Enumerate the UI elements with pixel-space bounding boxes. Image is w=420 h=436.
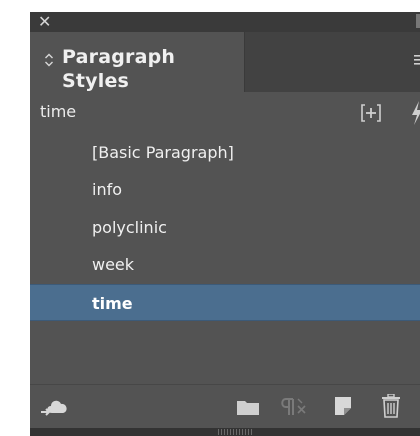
close-icon[interactable]: ✕: [38, 12, 51, 32]
cloud-upload-icon[interactable]: [38, 393, 72, 419]
style-list: [Basic Paragraph] info polyclinic week t…: [30, 134, 420, 374]
list-item-time[interactable]: time: [30, 284, 420, 321]
expand-collapse-icon[interactable]: [44, 52, 54, 68]
folder-icon[interactable]: [236, 397, 260, 417]
bottom-toolbar: [30, 384, 420, 429]
list-item-basic-paragraph[interactable]: [Basic Paragraph]: [30, 134, 420, 171]
trash-icon[interactable]: [380, 394, 402, 418]
lightning-icon[interactable]: [410, 100, 420, 126]
list-item-polyclinic[interactable]: polyclinic: [30, 209, 420, 246]
panel-menu-icon[interactable]: [412, 51, 420, 69]
paragraph-styles-panel: ✕ Paragraph Styles time [Basic Paragraph…: [30, 12, 420, 436]
tab-row: Paragraph Styles: [30, 32, 420, 92]
panel-title-strip: ✕: [30, 12, 420, 32]
resize-grip[interactable]: [218, 429, 252, 435]
list-item-info[interactable]: info: [30, 171, 420, 208]
panel-title: Paragraph Styles: [62, 46, 176, 92]
current-style-row: time: [30, 92, 420, 134]
current-style-name: time: [40, 102, 77, 121]
pilcrow-clear-icon[interactable]: [278, 395, 308, 419]
tab-paragraph-styles[interactable]: Paragraph Styles: [30, 32, 245, 92]
list-item-week[interactable]: week: [30, 246, 420, 283]
new-page-icon[interactable]: [332, 395, 354, 417]
panel-edge: [416, 14, 420, 28]
plus-bracket-icon[interactable]: [360, 103, 382, 123]
